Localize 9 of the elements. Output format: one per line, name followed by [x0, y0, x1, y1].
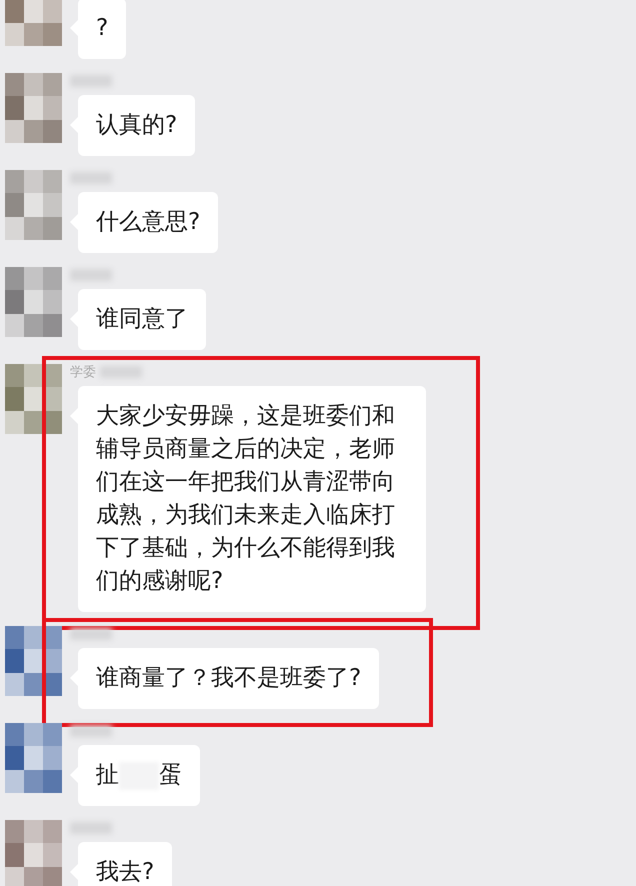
message-bubble: 认真的? [78, 95, 196, 156]
message-bubble: 谁商量了？我不是班委了? [78, 648, 380, 709]
message-bubble: 我去? [78, 842, 172, 886]
message-bubble: 扯 蛋 [78, 745, 200, 806]
message-bubble: 什么意思? [78, 192, 218, 253]
message-bubble: 谁同意了 [78, 289, 206, 350]
sender-name: 学委 [70, 364, 96, 381]
message-bubble: 大家少安毋躁，这是班委们和辅导员商量之后的决定，老师们在这一年把我们从青涩带向成熟，为我们未来走入临床打下了基础，为什么不能得到我们的感谢呢? [78, 386, 426, 612]
message-bubble: ? [78, 0, 126, 59]
